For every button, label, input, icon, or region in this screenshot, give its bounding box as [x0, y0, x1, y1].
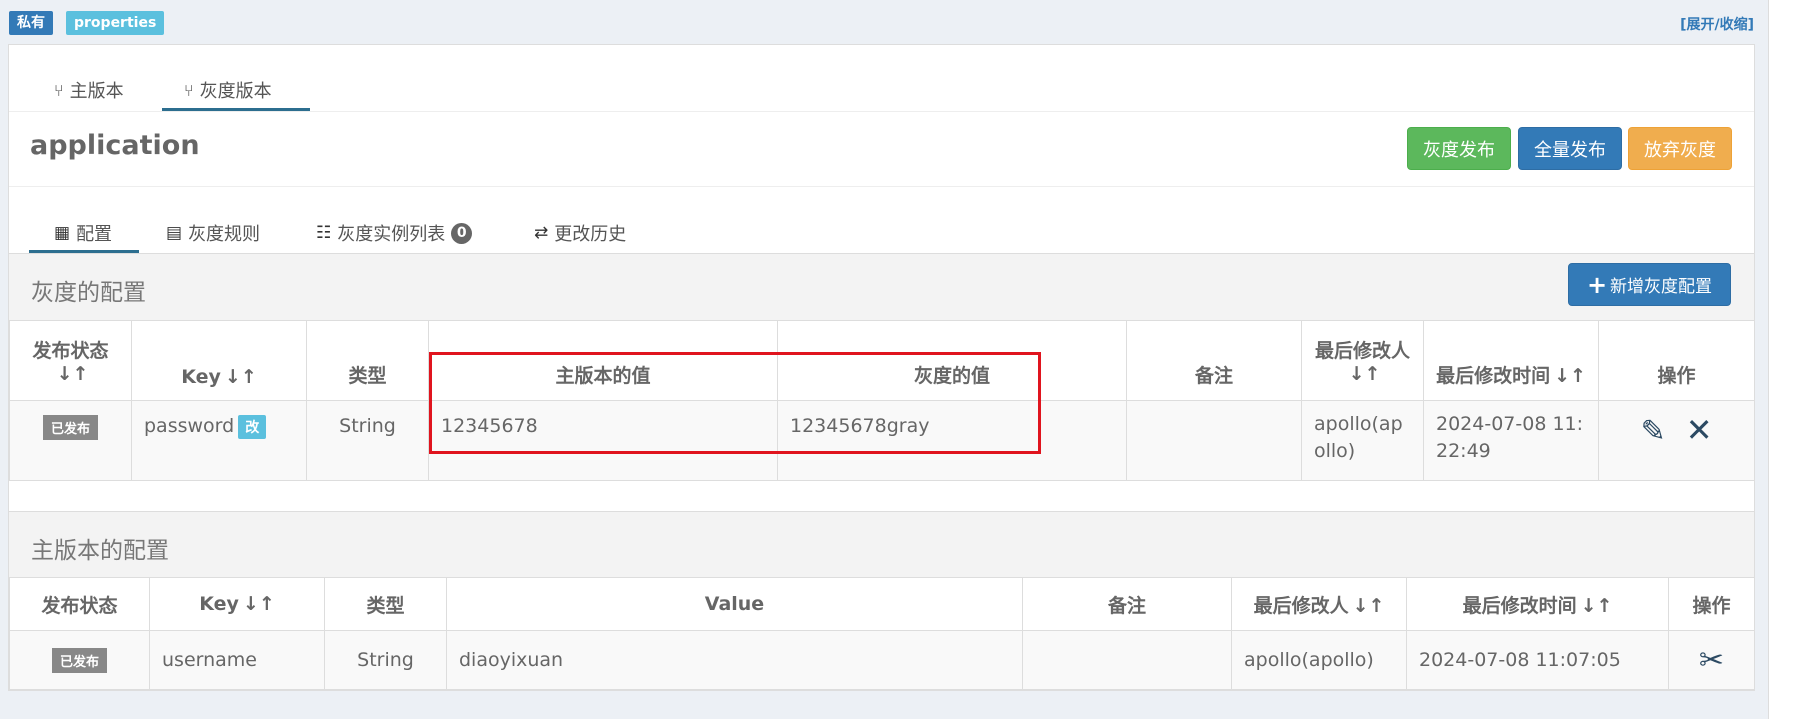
col-status: 发布状态: [9, 577, 150, 631]
config-modifier: apollo(apollo): [1301, 400, 1424, 481]
config-comment: [1126, 400, 1302, 481]
list-icon: ☷: [316, 223, 332, 243]
sort-icon[interactable]: ↓↑: [243, 593, 275, 615]
sort-icon[interactable]: ↓↑: [1554, 365, 1586, 387]
gray-config-header: [9, 253, 1754, 320]
sort-icon[interactable]: ↓↑: [1581, 595, 1613, 617]
config-key: username: [149, 630, 325, 690]
tab-gray-instances-label: 灰度实例列表: [337, 224, 446, 245]
branch-icon: ⑂: [54, 80, 64, 100]
config-type: String: [324, 630, 447, 690]
delete-icon[interactable]: ✕: [1686, 411, 1713, 449]
table-row: 已发布 username String diaoyixuan apollo(ap…: [9, 630, 1755, 690]
config-value: diaoyixuan: [446, 630, 1023, 690]
col-modifier[interactable]: 最后修改人↓↑: [1231, 577, 1407, 631]
published-tag: 已发布: [51, 647, 107, 673]
col-key[interactable]: Key ↓↑: [131, 320, 307, 401]
sort-icon[interactable]: ↓↑: [225, 366, 257, 388]
master-config-header: [9, 511, 1754, 578]
expand-collapse-link[interactable]: [展开/收缩]: [1680, 14, 1754, 34]
plus-icon: +: [1586, 270, 1608, 299]
col-type: 类型: [306, 320, 429, 401]
abandon-gray-button[interactable]: 放弃灰度: [1628, 127, 1732, 170]
col-comment: 备注: [1022, 577, 1232, 631]
tab-master-version[interactable]: ⑂ 主版本: [54, 77, 124, 103]
config-modified-time: 2024-07-08 11:07:05: [1406, 630, 1669, 690]
tab-gray-instances[interactable]: ☷ 灰度实例列表 0: [316, 220, 473, 246]
col-modified-time[interactable]: 最后修改时间 ↓↑: [1406, 577, 1669, 631]
col-value: Value: [446, 577, 1023, 631]
tab-config[interactable]: ▦ 配置: [54, 220, 112, 246]
properties-badge: properties: [66, 11, 165, 35]
col-type: 类型: [324, 577, 447, 631]
right-sidebar: [1768, 0, 1809, 719]
gray-config-title: 灰度的配置: [31, 280, 146, 306]
col-comment: 备注: [1126, 320, 1302, 401]
master-config-title: 主版本的配置: [31, 538, 169, 564]
gray-publish-button[interactable]: 灰度发布: [1407, 127, 1511, 170]
tab-gray-rules[interactable]: ▤ 灰度规则: [166, 220, 260, 246]
col-modified-time[interactable]: 最后修改时间 ↓↑: [1423, 320, 1599, 401]
tab-gray-rules-label: 灰度规则: [188, 224, 261, 245]
document-icon: ▤: [166, 223, 183, 243]
published-tag: 已发布: [42, 415, 98, 440]
table-header-row: 发布状态 Key ↓↑ 类型 Value 备注 最后修改人 ↓↑ 最后修改时间 ↓↑ …: [9, 577, 1755, 631]
divider: [9, 186, 1754, 187]
full-publish-button[interactable]: 全量发布: [1518, 127, 1622, 170]
tab-gray-version-label: 灰度版本: [199, 81, 272, 102]
divider: [9, 111, 1754, 112]
tools-icon[interactable]: ✂: [1699, 643, 1724, 678]
master-config-table: 发布状态 Key ↓↑ 类型 Value 备注 最后修改人 ↓↑ 最后修改时间 ↓↑ …: [9, 577, 1755, 690]
config-modified-time: 2024-07-08 11:22:49: [1423, 400, 1599, 481]
col-status[interactable]: 发布状态 ↓↑: [9, 320, 132, 401]
sort-icon[interactable]: ↓↑: [57, 363, 89, 385]
transfer-icon: ⇄: [534, 223, 549, 243]
col-key[interactable]: Key ↓↑: [149, 577, 325, 631]
sort-icon[interactable]: ↓↑: [1353, 595, 1385, 617]
highlight-box: [429, 352, 1041, 454]
config-comment: [1022, 630, 1232, 690]
add-gray-config-button[interactable]: + 新增灰度配置: [1568, 263, 1731, 306]
modified-tag: 改: [238, 415, 267, 439]
col-modifier[interactable]: 最后修改人↓↑: [1301, 320, 1424, 401]
sort-icon[interactable]: ↓↑: [1349, 363, 1381, 385]
config-key: password: [144, 415, 235, 437]
tab-change-history[interactable]: ⇄ 更改历史: [534, 220, 626, 246]
table-icon: ▦: [54, 223, 71, 243]
private-badge: 私有: [9, 11, 53, 35]
add-gray-config-label: 新增灰度配置: [1610, 277, 1713, 297]
config-modifier: apollo(apollo): [1231, 630, 1407, 690]
instance-count-badge: 0: [451, 222, 473, 244]
edit-icon[interactable]: ✎: [1641, 414, 1666, 449]
branch-icon: ⑂: [184, 80, 194, 100]
config-type: String: [306, 400, 429, 481]
col-operation: 操作: [1668, 577, 1755, 631]
tab-gray-version[interactable]: ⑂ 灰度版本: [184, 77, 272, 103]
tab-config-label: 配置: [76, 224, 113, 245]
col-operation: 操作: [1598, 320, 1755, 401]
tab-master-version-label: 主版本: [69, 81, 124, 102]
app-name: application: [30, 130, 200, 161]
tab-change-history-label: 更改历史: [554, 224, 627, 245]
